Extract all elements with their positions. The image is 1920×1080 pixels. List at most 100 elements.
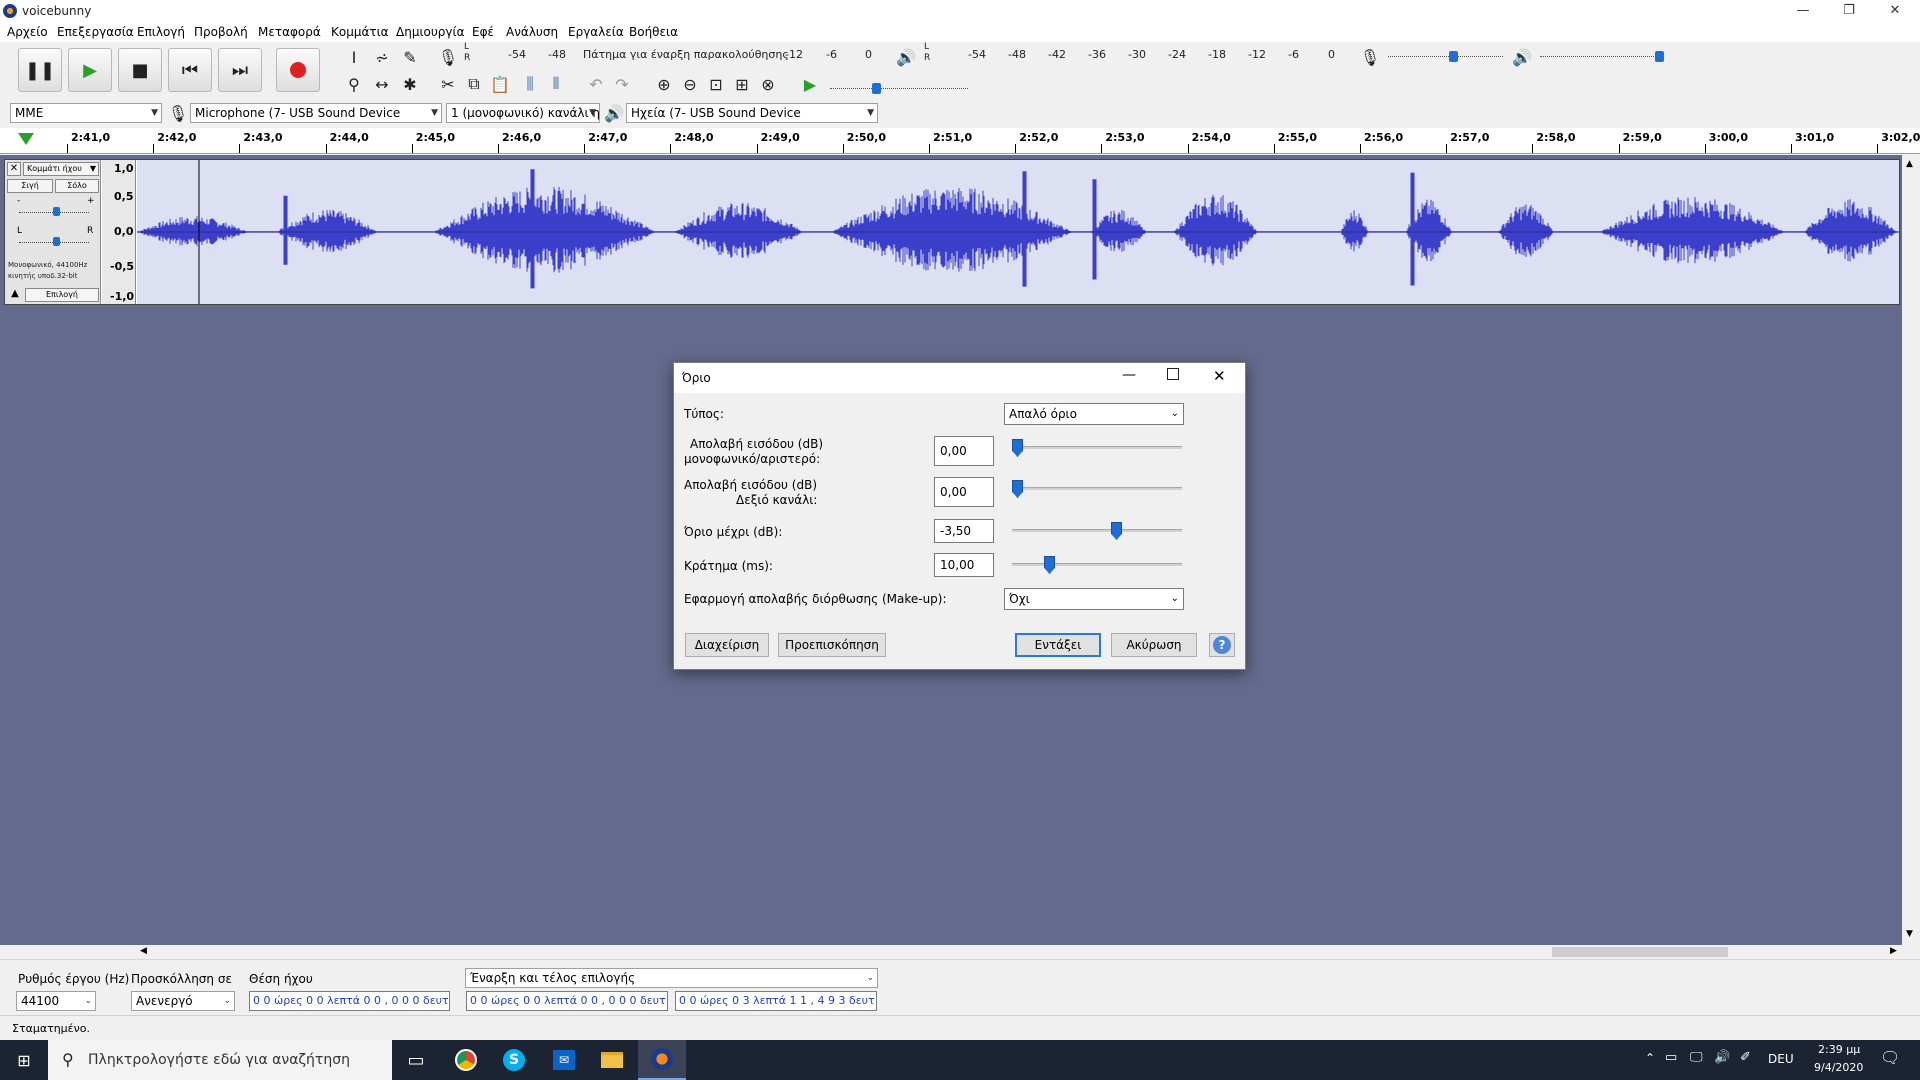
playback-volume-thumb[interactable] (1655, 51, 1664, 62)
skype-taskbar-button[interactable]: S (490, 1040, 538, 1080)
scroll-right-icon[interactable]: ▶ (1890, 946, 1897, 956)
chrome-taskbar-button[interactable] (442, 1040, 490, 1080)
scroll-thumb[interactable] (1552, 947, 1728, 957)
pan-thumb[interactable] (53, 237, 60, 246)
dialog-close-icon[interactable]: ✕ (1213, 367, 1226, 385)
menu-help[interactable]: Βοήθεια (629, 25, 678, 39)
gain-right-thumb[interactable] (1012, 480, 1023, 498)
audio-host-select[interactable]: MME ▼ (10, 103, 162, 123)
project-rate-select[interactable]: 44100 ⌄ (16, 991, 96, 1011)
ok-button[interactable]: Εντάξει (1015, 633, 1101, 657)
makeup-select[interactable]: Όχι ⌄ (1004, 588, 1184, 610)
playback-device-select[interactable]: Ηχεία (7- USB Sound Device ▼ (626, 103, 878, 123)
trim-button[interactable]: ⫼ (518, 72, 542, 96)
envelope-tool-button[interactable]: ⩫ (370, 45, 394, 69)
menu-generate[interactable]: Δημιουργία (396, 25, 464, 39)
explorer-taskbar-button[interactable] (588, 1040, 636, 1080)
recording-meter[interactable]: -54 -48 Πάτημα για έναρξη παρακολούθησης… (475, 46, 875, 62)
volume-icon[interactable]: 🔊 (1714, 1050, 1730, 1065)
audacity-taskbar-button[interactable] (638, 1040, 686, 1080)
notification-icon[interactable]: 🗨 (1880, 1048, 1900, 1067)
timeshift-tool-button[interactable]: ↔ (370, 72, 394, 96)
limit-slider[interactable] (1012, 529, 1182, 532)
select-track-button[interactable]: Επιλογή (25, 288, 99, 302)
waveform[interactable] (136, 160, 1899, 304)
play-at-speed-button[interactable]: ▶ (798, 72, 822, 96)
mute-button[interactable]: Σιγή (7, 179, 53, 193)
record-volume-slider[interactable] (1388, 56, 1503, 57)
record-volume-thumb[interactable] (1449, 51, 1458, 62)
network-icon[interactable]: 🖵 (1690, 1050, 1703, 1065)
preview-button[interactable]: Προεπισκόπηση (778, 633, 886, 657)
playback-volume-slider[interactable] (1540, 56, 1660, 57)
selection-start-field[interactable]: 0 0 ώρες 0 0 λεπτά 0 0 , 0 0 0 δευτ (466, 991, 668, 1011)
menu-tools[interactable]: Εργαλεία (568, 25, 624, 39)
battery-icon[interactable]: ▭ (1665, 1050, 1677, 1065)
gain-left-slider[interactable] (1012, 446, 1182, 449)
help-button[interactable]: ? (1209, 633, 1235, 657)
multi-tool-button[interactable]: ✱ (398, 72, 422, 96)
taskbar-search[interactable]: ⚲ Πληκτρολογήστε εδώ για αναζήτηση (48, 1040, 392, 1080)
start-button[interactable]: ⊞ (0, 1040, 48, 1080)
play-speed-thumb[interactable] (872, 83, 881, 94)
track-name-menu[interactable]: Κομμάτι ήχου ▼ (23, 162, 99, 176)
undo-button[interactable]: ↶ (584, 72, 608, 96)
playback-meter[interactable]: -54 -48 -42 -36 -30 -24 -18 -12 -6 0 (935, 46, 1335, 62)
recording-channels-select[interactable]: 1 (μονοφωνικό) κανάλι η ▼ (446, 103, 600, 123)
fit-project-button[interactable]: ⊞ (730, 72, 754, 96)
zoom-tool-button[interactable]: ⚲ (342, 72, 366, 96)
zoom-toggle-button[interactable]: ⊗ (756, 72, 780, 96)
solo-button[interactable]: Σόλο (55, 179, 99, 193)
pause-button[interactable]: ❚❚ (18, 48, 62, 92)
selection-mode-select[interactable]: Έναρξη και τέλος επιλογής ⌄ (465, 968, 878, 988)
menu-transport[interactable]: Μεταφορά (258, 25, 321, 39)
cancel-button[interactable]: Ακύρωση (1111, 633, 1197, 657)
clock-date[interactable]: 9/4/2020 (1814, 1061, 1863, 1074)
task-view-button[interactable]: ▭ (392, 1040, 440, 1080)
gain-left-input[interactable]: 0,00 (934, 436, 994, 466)
draw-tool-button[interactable]: ✎ (398, 45, 422, 69)
play-button[interactable]: ▶ (68, 48, 112, 92)
scroll-up-icon[interactable]: ▲ (1906, 159, 1913, 169)
redo-button[interactable]: ↷ (610, 72, 634, 96)
play-speed-slider[interactable] (830, 88, 968, 89)
zoom-out-button[interactable]: ⊖ (678, 72, 702, 96)
record-button[interactable] (276, 48, 320, 92)
dialog-maximize-icon[interactable] (1167, 368, 1179, 380)
playback-meter-button[interactable]: 🔊 (894, 45, 918, 69)
paste-button[interactable]: 📋 (488, 72, 512, 96)
horizontal-scrollbar[interactable]: ◀ ▶ (140, 945, 1902, 959)
copy-button[interactable]: ⧉ (462, 72, 486, 96)
skip-start-button[interactable]: ⏮ (168, 48, 212, 92)
menu-analyze[interactable]: Ανάλυση (506, 25, 558, 39)
limit-input[interactable]: -3,50 (934, 519, 994, 543)
gain-left-thumb[interactable] (1012, 439, 1023, 457)
selection-tool-button[interactable]: Ι (342, 45, 366, 69)
hold-input[interactable]: 10,00 (934, 553, 994, 577)
stop-button[interactable]: ■ (118, 48, 162, 92)
selection-end-field[interactable]: 0 0 ώρες 0 3 λεπτά 1 1 , 4 9 3 δευτ (675, 991, 877, 1011)
manage-button[interactable]: Διαχείριση (685, 633, 769, 657)
collapse-track-button[interactable]: ▲ (7, 288, 23, 302)
silence-button[interactable]: ⫴ (544, 72, 568, 96)
play-head-icon[interactable] (18, 133, 34, 145)
pen-icon[interactable]: ✐ (1740, 1050, 1751, 1065)
close-track-button[interactable]: ✕ (7, 162, 21, 176)
record-meter-button[interactable]: 🎙 (436, 45, 460, 69)
gain-right-input[interactable]: 0,00 (934, 477, 994, 507)
hold-slider[interactable] (1012, 563, 1182, 566)
menu-effect[interactable]: Εφέ (472, 25, 494, 39)
audio-position-field[interactable]: 0 0 ώρες 0 0 λεπτά 0 0 , 0 0 0 δευτ (249, 991, 450, 1011)
scroll-down-icon[interactable]: ▼ (1906, 929, 1913, 939)
type-select[interactable]: Απαλό όριο ⌄ (1004, 403, 1184, 425)
zoom-in-button[interactable]: ⊕ (652, 72, 676, 96)
menu-tracks[interactable]: Κομμάτια (331, 25, 389, 39)
hold-thumb[interactable] (1044, 556, 1055, 574)
recording-device-select[interactable]: Microphone (7- USB Sound Device ▼ (190, 103, 442, 123)
menu-view[interactable]: Προβολή (194, 25, 248, 39)
minimize-button[interactable]: — (1780, 0, 1826, 22)
clock-time[interactable]: 2:39 μμ (1818, 1043, 1860, 1056)
dialog-minimize-icon[interactable]: — (1122, 367, 1136, 383)
menu-select[interactable]: Επιλογή (137, 25, 185, 39)
show-hidden-icons[interactable]: ⌃ (1645, 1051, 1655, 1065)
